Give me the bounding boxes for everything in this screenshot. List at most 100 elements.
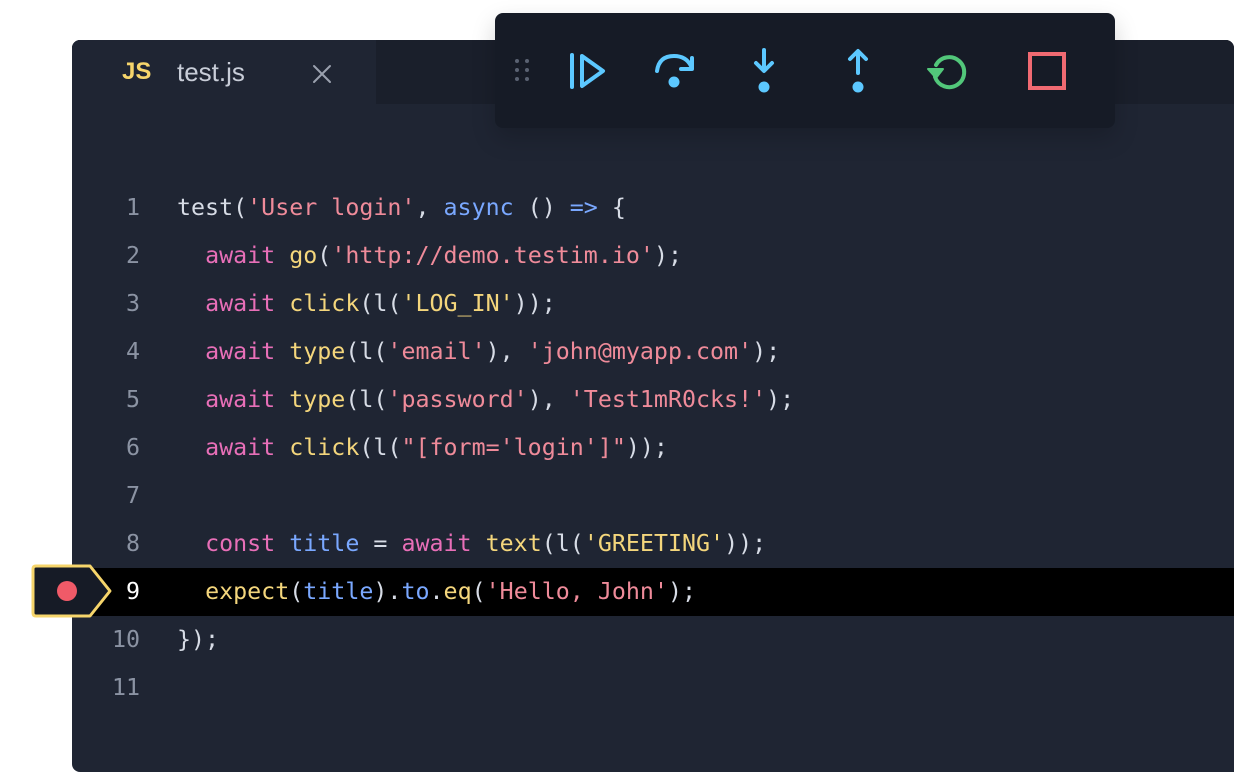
line-number[interactable]: 8	[72, 520, 140, 568]
code-token: click	[289, 290, 360, 317]
code-line[interactable]: 5 await type(l('password'), 'Test1mR0cks…	[72, 376, 1234, 424]
code-token: await	[401, 530, 472, 557]
code-token: (l(	[359, 434, 402, 461]
close-icon[interactable]	[310, 62, 334, 86]
code-text: });	[177, 616, 219, 664]
stop-button[interactable]	[1023, 47, 1071, 95]
breakpoint-dot	[57, 581, 77, 601]
code-token: text	[485, 530, 542, 557]
code-line[interactable]: 1 test('User login', async () => {	[72, 184, 1234, 232]
code-token: );	[752, 338, 781, 365]
code-line[interactable]: 10});	[72, 616, 1234, 664]
line-number[interactable]: 11	[72, 664, 140, 712]
line-number[interactable]: 1	[72, 184, 140, 232]
line-number[interactable]: 4	[72, 328, 140, 376]
code-token: 'Test1mR0cks!'	[569, 386, 767, 413]
code-token: ,	[415, 194, 444, 221]
code-token: await	[205, 338, 276, 365]
code-line[interactable]: 4 await type(l('email'), 'john@myapp.com…	[72, 328, 1234, 376]
code-token: 'john@myapp.com'	[527, 338, 753, 365]
code-token: 'User login'	[247, 194, 416, 221]
code-token: ),	[485, 338, 528, 365]
code-token: =>	[569, 194, 598, 221]
step-into-button[interactable]	[740, 47, 788, 95]
code-line[interactable]: 3 await click(l('LOG_IN'));	[72, 280, 1234, 328]
code-token: const	[205, 530, 276, 557]
code-token: (l(	[345, 386, 388, 413]
code-token: });	[177, 626, 220, 653]
breakpoint-marker[interactable]	[30, 562, 116, 620]
code-line[interactable]: 7	[72, 472, 1234, 520]
line-number[interactable]: 2	[72, 232, 140, 280]
code-token: ));	[724, 530, 767, 557]
code-token: =	[359, 530, 402, 557]
code-token: ));	[513, 290, 556, 317]
code-token: );	[766, 386, 795, 413]
code-token: (l(	[359, 290, 402, 317]
code-area[interactable]: 1 test('User login', async () => {2 await…	[72, 184, 1234, 712]
code-text: await click(l('LOG_IN'));	[177, 280, 556, 328]
code-token: expect	[205, 578, 290, 605]
code-token: ));	[625, 434, 668, 461]
code-token: await	[205, 242, 276, 269]
code-token: type	[289, 386, 346, 413]
code-token: ).	[373, 578, 402, 605]
code-token: (l(	[345, 338, 388, 365]
code-text: await click(l("[form='login']"));	[177, 424, 668, 472]
step-over-icon	[655, 53, 694, 88]
code-token: (	[471, 578, 486, 605]
code-editor: JS test.js 1 test('User login', async () …	[72, 40, 1234, 772]
code-line[interactable]: 8 const title = await text(l('GREETING')…	[72, 520, 1234, 568]
code-token: ()	[513, 194, 570, 221]
step-out-button[interactable]	[834, 47, 882, 95]
continue-button[interactable]	[563, 47, 611, 95]
step-over-button[interactable]	[650, 47, 698, 95]
continue-icon	[570, 53, 605, 89]
line-number[interactable]: 3	[72, 280, 140, 328]
code-token: async	[443, 194, 514, 221]
line-number[interactable]: 10	[72, 616, 140, 664]
code-token: await	[205, 290, 276, 317]
code-token: eq	[443, 578, 472, 605]
tab-test-js[interactable]: JS test.js	[72, 40, 376, 104]
js-file-icon: JS	[122, 58, 152, 85]
code-token: 'GREETING'	[583, 530, 725, 557]
restart-button[interactable]	[924, 47, 972, 95]
code-line[interactable]: 9 expect(title).to.eq('Hello, John');	[72, 568, 1234, 616]
line-number[interactable]: 7	[72, 472, 140, 520]
code-token: 'http://demo.testim.io'	[331, 242, 654, 269]
code-token: title	[289, 530, 360, 557]
code-text: test('User login', async () => {	[177, 184, 626, 232]
code-text: await type(l('email'), 'john@myapp.com')…	[177, 328, 780, 376]
code-line[interactable]: 11	[72, 664, 1234, 712]
code-token: to	[401, 578, 430, 605]
line-number[interactable]: 6	[72, 424, 140, 472]
code-line[interactable]: 2 await go('http://demo.testim.io');	[72, 232, 1234, 280]
code-token: title	[303, 578, 374, 605]
code-token: 'Hello, John'	[485, 578, 668, 605]
drag-handle-icon[interactable]	[513, 57, 533, 87]
step-out-icon	[848, 49, 868, 93]
line-number[interactable]: 5	[72, 376, 140, 424]
code-text: await type(l('password'), 'Test1mR0cks!'…	[177, 376, 794, 424]
code-token: await	[205, 434, 276, 461]
code-text: const title = await text(l('GREETING'));	[177, 520, 766, 568]
code-token: (l(	[541, 530, 584, 557]
code-token: "[form='login']"	[401, 434, 626, 461]
code-text: expect(title).to.eq('Hello, John');	[177, 568, 696, 616]
code-token: );	[653, 242, 682, 269]
code-line[interactable]: 6 await click(l("[form='login']"));	[72, 424, 1234, 472]
